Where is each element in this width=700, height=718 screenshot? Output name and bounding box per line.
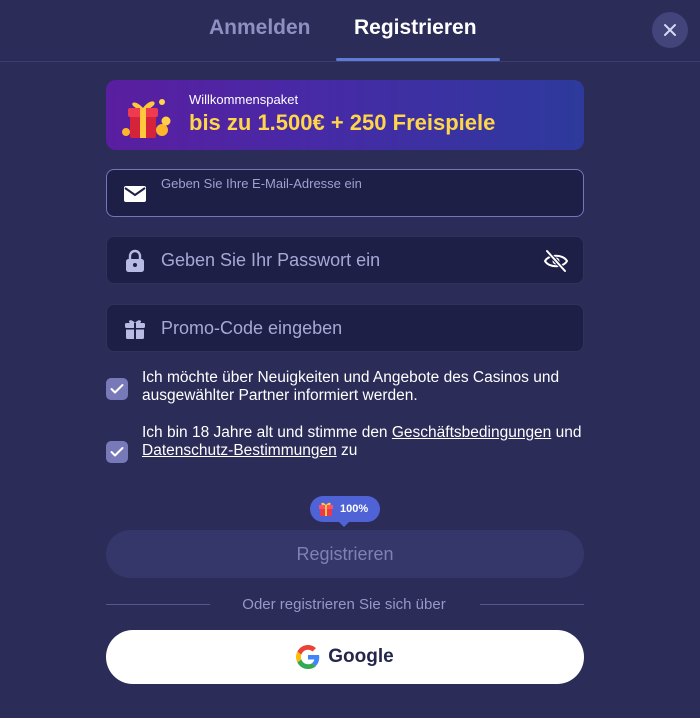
bonus-badge: 100% bbox=[310, 496, 380, 522]
bonus-badge-text: 100% bbox=[340, 503, 369, 515]
banner-title: Willkommenspaket bbox=[189, 92, 299, 107]
gift-icon bbox=[319, 502, 333, 516]
google-icon bbox=[296, 645, 320, 669]
tab-login[interactable]: Anmelden bbox=[209, 16, 311, 46]
privacy-link[interactable]: Datenschutz-Bestimmungen bbox=[142, 442, 337, 459]
welcome-bonus-banner: Willkommenspaket bis zu 1.500€ + 250 Fre… bbox=[106, 80, 584, 150]
active-tab-indicator bbox=[336, 58, 500, 61]
close-button[interactable] bbox=[652, 12, 688, 48]
terms-checkbox[interactable] bbox=[106, 441, 128, 463]
google-signup-button[interactable]: Google bbox=[106, 630, 584, 684]
promo-code-input[interactable] bbox=[161, 305, 541, 351]
banner-offer: bis zu 1.500€ + 250 Freispiele bbox=[189, 110, 496, 135]
close-icon bbox=[664, 24, 676, 36]
google-button-label: Google bbox=[328, 646, 394, 667]
promo-code-field[interactable] bbox=[106, 304, 584, 352]
auth-tabs: Anmelden Registrieren bbox=[0, 0, 700, 62]
email-field[interactable]: Geben Sie Ihre E-Mail-Adresse ein bbox=[106, 169, 584, 217]
terms-link[interactable]: Geschäftsbedingungen bbox=[392, 424, 551, 441]
terms-middle: und bbox=[551, 424, 582, 441]
registration-modal: Anmelden Registrieren Willkommenspaket b… bbox=[0, 0, 700, 718]
newsletter-checkbox[interactable] bbox=[106, 378, 128, 400]
divider-line-right bbox=[480, 604, 584, 605]
gift-box-icon bbox=[122, 99, 171, 138]
lock-icon bbox=[123, 249, 147, 273]
email-input[interactable] bbox=[161, 188, 541, 214]
gift-icon bbox=[123, 317, 147, 341]
terms-consent-text: Ich bin 18 Jahre alt und stimme den Gesc… bbox=[142, 424, 582, 460]
newsletter-consent-text: Ich möchte über Neuigkeiten und Angebote… bbox=[142, 369, 560, 404]
envelope-icon bbox=[123, 182, 147, 206]
eye-off-icon bbox=[543, 249, 569, 273]
bonus-badge-pointer bbox=[337, 520, 351, 527]
password-field[interactable] bbox=[106, 236, 584, 284]
checkmark-icon bbox=[110, 447, 124, 457]
password-input[interactable] bbox=[161, 237, 541, 283]
tab-register[interactable]: Registrieren bbox=[354, 16, 477, 46]
register-button[interactable]: Registrieren bbox=[106, 530, 584, 578]
terms-suffix: zu bbox=[336, 442, 358, 459]
toggle-password-visibility-button[interactable] bbox=[543, 249, 569, 273]
terms-prefix: Ich bin 18 Jahre alt und stimme den bbox=[142, 424, 392, 441]
divider-line-left bbox=[106, 604, 210, 605]
checkmark-icon bbox=[110, 384, 124, 394]
divider-text: Oder registrieren Sie sich über bbox=[242, 596, 446, 613]
